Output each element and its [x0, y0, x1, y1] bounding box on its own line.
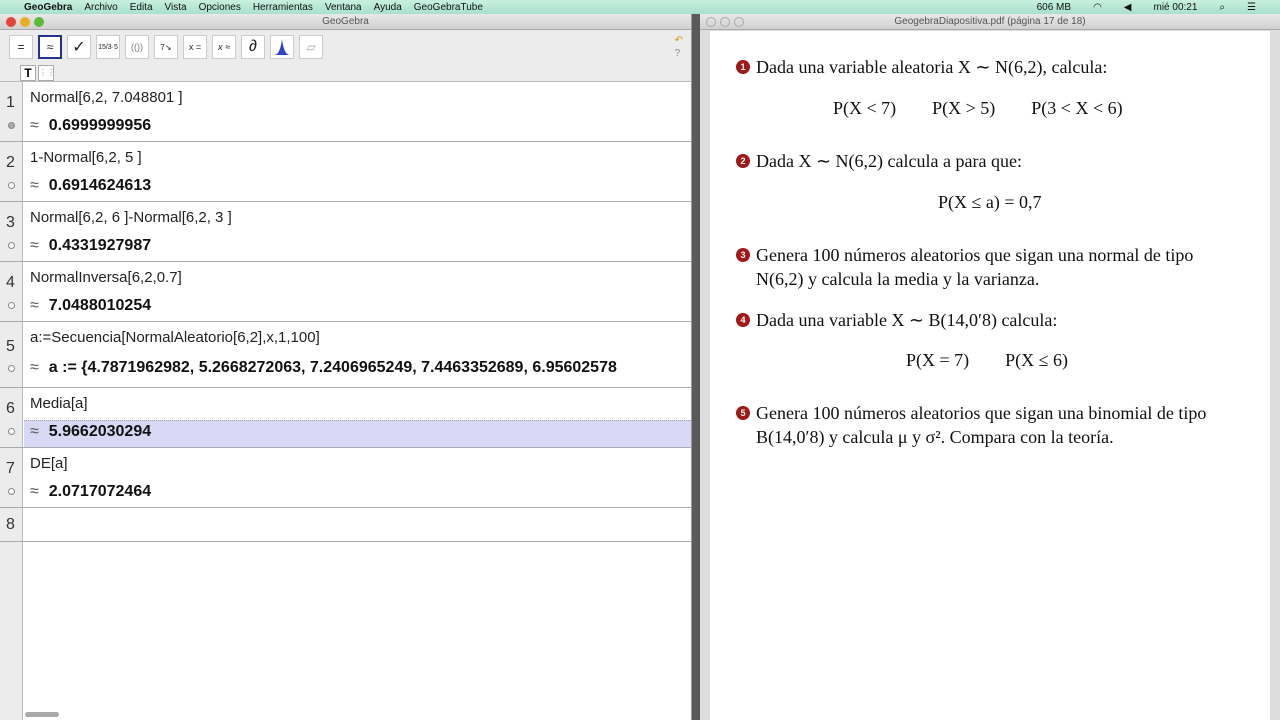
exercise-4-equation: P(X = 7) P(X ≤ 6) [906, 350, 1069, 370]
exercise-1: 1 Dada una variable aleatoria X ∼ N(6,2),… [736, 55, 1226, 79]
menu-opciones[interactable]: Opciones [199, 2, 241, 13]
expand-tool[interactable]: (()) [125, 35, 149, 59]
cas-input[interactable]: 1-Normal[6,2, 5 ] [30, 149, 142, 166]
zoom-button[interactable] [734, 17, 744, 27]
visibility-toggle[interactable] [8, 488, 15, 495]
cas-output: ≈7.0488010254 [30, 297, 152, 314]
pdf-page: 1 Dada una variable aleatoria X ∼ N(6,2),… [710, 31, 1270, 720]
window-title: GeoGebra [322, 16, 369, 27]
pdf-titlebar: GeogebraDiapositiva.pdf (página 17 de 18… [700, 14, 1280, 30]
cas-row[interactable]: 7 DE[a] ≈2.0717072464 [0, 448, 691, 508]
eraser-tool[interactable]: ▱ [299, 35, 323, 59]
row-number: 1 [6, 94, 15, 111]
derivative-tool[interactable]: ∂ [241, 35, 265, 59]
factor-tool[interactable]: 15/3·5 [96, 35, 120, 59]
cas-row[interactable]: 1 Normal[6,2, 7.048801 ] ≈0.6999999956 [0, 82, 691, 142]
pdf-viewer-window: GeogebraDiapositiva.pdf (página 17 de 18… [700, 14, 1280, 720]
exercise-5: 5 Genera 100 números aleatorios que sigan… [736, 401, 1226, 449]
cas-input[interactable]: Media[a] [30, 395, 88, 412]
undo-icon[interactable]: ↶ [675, 35, 683, 46]
visibility-toggle[interactable] [8, 182, 15, 189]
cas-view: 1 Normal[6,2, 7.048801 ] ≈0.6999999956 2… [0, 82, 691, 720]
cas-input[interactable]: DE[a] [30, 455, 68, 472]
keyboard-toggle-button[interactable]: ⋮⋮ [38, 64, 55, 81]
clock[interactable]: mié 00:21 [1154, 2, 1198, 13]
pdf-title: GeogebraDiapositiva.pdf (página 17 de 18… [894, 16, 1086, 27]
menu-ayuda[interactable]: Ayuda [374, 2, 402, 13]
row-number: 8 [6, 516, 15, 533]
menu-vista[interactable]: Vista [165, 2, 187, 13]
numeric-tool[interactable]: ≈ [38, 35, 62, 59]
exercise-2-equation: P(X ≤ a) = 0,7 [938, 192, 1042, 212]
horizontal-scrollbar[interactable] [25, 712, 59, 717]
cas-toolbar: = ≈ ✓ 15/3·5 (()) 7↘ x = x ≈ ∂ ▱ ↶ ? [0, 30, 691, 64]
cas-input[interactable]: NormalInversa[6,2,0.7] [30, 269, 182, 286]
wifi-icon[interactable]: ◠ [1093, 2, 1102, 13]
exercise-3: 3 Genera 100 números aleatorios que sigan… [736, 243, 1226, 291]
cas-row[interactable]: 6 Media[a] ≈5.9662030294 [0, 388, 691, 448]
row-number: 3 [6, 214, 15, 231]
row-number: 2 [6, 154, 15, 171]
exercise-2: 2 Dada X ∼ N(6,2) calcula a para que: [736, 149, 1226, 173]
menu-bar: GeoGebra Archivo Edita Vista Opciones He… [0, 0, 1280, 14]
keep-input-tool[interactable]: ✓ [67, 35, 91, 59]
geogebra-window: GeoGebra = ≈ ✓ 15/3·5 (()) 7↘ x = x ≈ ∂ … [0, 14, 692, 720]
substitute-tool[interactable]: 7↘ [154, 35, 178, 59]
solve-numerically-tool[interactable]: x ≈ [212, 35, 236, 59]
memory-status[interactable]: 606 MB [1037, 2, 1071, 13]
menu-app[interactable]: GeoGebra [24, 2, 72, 13]
row-number: 6 [6, 400, 15, 417]
cas-output: ≈0.4331927987 [30, 237, 152, 254]
volume-icon[interactable]: ◀ [1124, 2, 1132, 13]
close-button[interactable] [706, 17, 716, 27]
menu-archivo[interactable]: Archivo [84, 2, 117, 13]
visibility-toggle[interactable] [8, 365, 15, 372]
cas-output: ≈5.9662030294 [30, 423, 152, 440]
style-bar: T ⋮⋮ [0, 64, 691, 82]
menu-edita[interactable]: Edita [130, 2, 153, 13]
text-style-button[interactable]: T [20, 64, 36, 81]
menu-geogebratube[interactable]: GeoGebraTube [414, 2, 483, 13]
cas-row[interactable]: 4 NormalInversa[6,2,0.7] ≈7.0488010254 [0, 262, 691, 322]
cas-row[interactable]: 5 a:=Secuencia[NormalAleatorio[6,2],x,1,… [0, 322, 691, 388]
row-number: 4 [6, 274, 15, 291]
minimize-button[interactable] [720, 17, 730, 27]
visibility-toggle[interactable] [8, 428, 15, 435]
cas-row[interactable]: 3 Normal[6,2, 6 ]-Normal[6,2, 3 ] ≈0.433… [0, 202, 691, 262]
cas-output: ≈0.6999999956 [30, 117, 152, 134]
cas-row[interactable]: 8 [0, 508, 691, 542]
zoom-button[interactable] [34, 17, 44, 27]
cas-output: ≈0.6914624613 [30, 177, 152, 194]
menu-herramientas[interactable]: Herramientas [253, 2, 313, 13]
close-button[interactable] [6, 17, 16, 27]
help-icon[interactable]: ? [675, 48, 683, 59]
visibility-toggle[interactable] [8, 242, 15, 249]
row-number: 7 [6, 460, 15, 477]
status-area: 606 MB ◠ ◀ mié 00:21 ⌕ ☰ [1037, 0, 1268, 14]
solve-tool[interactable]: x = [183, 35, 207, 59]
menu-ventana[interactable]: Ventana [325, 2, 362, 13]
cas-output: ≈ a := {4.7871962982, 5.2668272063, 7.240… [30, 359, 617, 376]
visibility-toggle[interactable] [8, 302, 15, 309]
minimize-button[interactable] [20, 17, 30, 27]
evaluate-tool[interactable]: = [9, 35, 33, 59]
cas-row[interactable]: 2 1-Normal[6,2, 5 ] ≈0.6914624613 [0, 142, 691, 202]
cas-input[interactable]: Normal[6,2, 6 ]-Normal[6,2, 3 ] [30, 209, 232, 226]
row-number: 5 [6, 338, 15, 355]
cas-input[interactable]: a:=Secuencia[NormalAleatorio[6,2],x,1,10… [30, 329, 320, 346]
list-icon[interactable]: ☰ [1247, 2, 1256, 13]
cas-output: ≈2.0717072464 [30, 483, 152, 500]
exercise-4: 4 Dada una variable X ∼ B(14,0′8) calcula… [736, 308, 1226, 332]
cas-input[interactable]: Normal[6,2, 7.048801 ] [30, 89, 183, 106]
geogebra-titlebar: GeoGebra [0, 14, 691, 30]
exercise-1-equation: P(X < 7) P(X > 5) P(3 < X < 6) [833, 98, 1123, 118]
probability-calculator-icon[interactable] [270, 35, 294, 59]
spotlight-icon[interactable]: ⌕ [1219, 2, 1225, 13]
visibility-toggle[interactable] [8, 122, 15, 129]
